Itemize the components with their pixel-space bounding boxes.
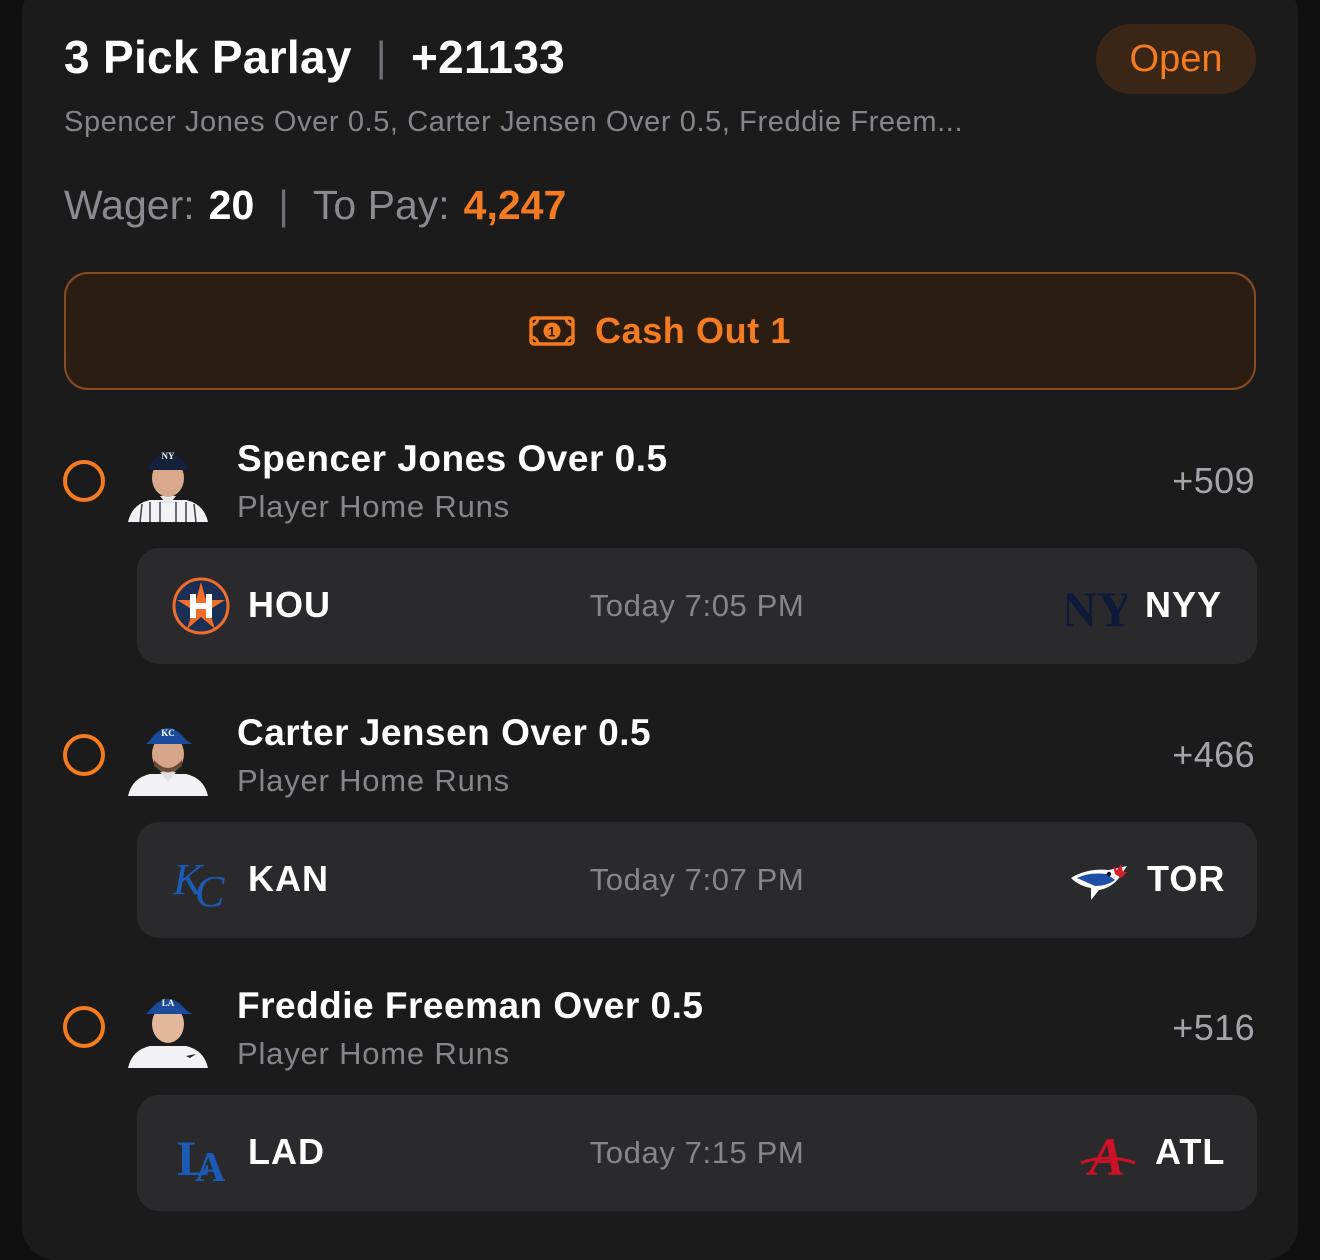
pick-odds: +509 <box>1172 460 1255 501</box>
cash-icon: 1 <box>529 316 575 346</box>
svg-text:A: A <box>1086 1127 1125 1183</box>
pick-title: Spencer Jones Over 0.5 <box>237 438 668 479</box>
pick-market: Player Home Runs <box>237 1036 510 1071</box>
to-pay-label: To Pay: <box>312 182 450 228</box>
svg-text:KC: KC <box>161 728 175 738</box>
cash-out-button[interactable]: 1 Cash Out 1 <box>64 272 1256 390</box>
home-team: ATL <box>1155 1131 1226 1172</box>
pick-odds: +516 <box>1172 1007 1255 1048</box>
player-avatar-icon: LA <box>128 998 208 1068</box>
wager-row: Wager: 20 | To Pay: 4,247 <box>64 182 566 229</box>
pick-status-circle <box>63 734 105 776</box>
pick-title: Carter Jensen Over 0.5 <box>237 712 652 753</box>
svg-text:1: 1 <box>548 324 556 340</box>
svg-text:NY: NY <box>162 451 175 461</box>
bet-header: 3 Pick Parlay | +21133 <box>64 30 565 84</box>
wager-divider: | <box>278 182 289 228</box>
pick-status-circle <box>63 1006 105 1048</box>
game-matchup[interactable]: HOU Today 7:05 PM NY NYY <box>137 548 1257 664</box>
to-pay-value: 4,247 <box>463 182 567 228</box>
svg-text:LA: LA <box>162 998 175 1008</box>
status-badge: Open <box>1096 24 1256 94</box>
legs-summary: Spencer Jones Over 0.5, Carter Jensen Ov… <box>64 106 964 138</box>
pick-market: Player Home Runs <box>237 489 510 524</box>
home-team: TOR <box>1147 858 1226 899</box>
bet-odds: +21133 <box>411 31 566 83</box>
game-matchup[interactable]: L A LAD Today 7:15 PM A ATL <box>137 1095 1257 1211</box>
cash-out-label: Cash Out 1 <box>594 310 792 351</box>
home-team: NYY <box>1145 584 1223 625</box>
player-avatar-icon: NY <box>128 451 208 523</box>
pick-odds: +466 <box>1172 734 1255 775</box>
blue-jays-logo-icon <box>1071 864 1127 900</box>
svg-text:NY: NY <box>1067 581 1127 636</box>
game-matchup[interactable]: K C KAN Today 7:07 PM TOR <box>137 822 1257 938</box>
wager-label: Wager: <box>64 182 195 228</box>
braves-logo-icon: A <box>1080 1127 1136 1183</box>
title-divider: | <box>375 33 388 80</box>
pick-title: Freddie Freeman Over 0.5 <box>237 985 704 1026</box>
player-avatar-icon: KC <box>128 728 208 796</box>
bet-title: 3 Pick Parlay <box>64 31 352 83</box>
pick-market: Player Home Runs <box>237 763 510 798</box>
pick-status-circle <box>63 460 105 502</box>
yankees-logo-icon: NY <box>1067 581 1127 636</box>
wager-value: 20 <box>208 182 255 228</box>
